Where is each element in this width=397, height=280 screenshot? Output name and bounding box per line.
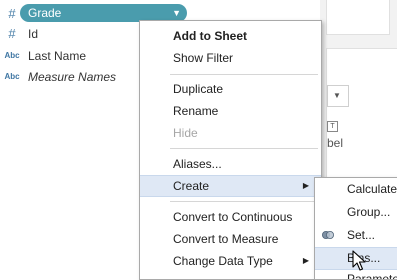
submenu-item-label: Group... <box>347 205 391 219</box>
menu-item-label: Duplicate <box>173 82 224 96</box>
menu-item-label: Change Data Type <box>173 254 273 268</box>
submenu-item-label: Set... <box>347 228 376 242</box>
submenu-arrow-icon: ▶ <box>302 181 309 190</box>
submenu-item-group[interactable]: Group... <box>315 201 397 224</box>
number-type-icon: # <box>8 6 16 21</box>
panel-card <box>326 0 390 35</box>
menu-item-rename[interactable]: Rename <box>140 101 321 121</box>
field-label: Measure Names <box>28 70 117 84</box>
menu-item-aliases[interactable]: Aliases... <box>140 154 321 174</box>
menu-item-label: Convert to Continuous <box>173 210 293 224</box>
string-type-icon: Abc <box>4 51 20 60</box>
menu-item-duplicate[interactable]: Duplicate <box>140 79 321 99</box>
menu-item-label: Create <box>173 179 210 193</box>
field-id[interactable]: # Id <box>0 24 160 44</box>
field-context-menu: Add to Sheet Show Filter Duplicate Renam… <box>139 20 322 280</box>
menu-item-convert-to-continuous[interactable]: Convert to Continuous <box>140 207 321 227</box>
mark-type-select[interactable]: ▼ <box>327 85 349 107</box>
number-type-icon: # <box>8 26 16 41</box>
menu-separator <box>170 201 318 202</box>
label-button-text: bel <box>327 136 344 150</box>
set-icon <box>322 231 334 239</box>
menu-item-hide: Hide <box>140 123 321 143</box>
menu-item-label: Add to Sheet <box>173 29 247 43</box>
menu-item-label: Hide <box>173 126 198 140</box>
field-last-name[interactable]: Abc Last Name <box>0 46 160 66</box>
chevron-down-icon: ▼ <box>333 91 341 100</box>
menu-item-show-filter[interactable]: Show Filter <box>140 48 321 68</box>
label-icon[interactable]: T <box>327 121 338 132</box>
field-grade-label: Grade <box>28 6 62 20</box>
submenu-item-set[interactable]: Set... <box>315 224 397 247</box>
submenu-arrow-icon: ▶ <box>302 256 309 265</box>
menu-item-convert-to-measure[interactable]: Convert to Measure <box>140 229 321 249</box>
menu-item-label: Rename <box>173 104 219 118</box>
marks-card: ▼ T bel <box>326 48 397 180</box>
field-label: Id <box>28 27 39 41</box>
submenu-item-calculated-field[interactable]: Calculated Field... <box>315 178 397 201</box>
submenu-item-label: Calculated Field... <box>347 182 397 196</box>
data-pane: # Grade ▼ # Id Abc Last Name Abc Measure… <box>0 0 187 278</box>
menu-item-label: Aliases... <box>173 157 222 171</box>
menu-separator <box>170 148 318 149</box>
menu-item-add-to-sheet[interactable]: Add to Sheet <box>140 26 321 46</box>
menu-item-create[interactable]: Create ▶ <box>140 175 321 197</box>
field-measure-names[interactable]: Abc Measure Names <box>0 67 160 87</box>
menu-item-label: Convert to Measure <box>173 232 279 246</box>
menu-item-label: Show Filter <box>173 51 234 65</box>
string-type-icon: Abc <box>4 72 20 81</box>
field-label: Last Name <box>28 49 87 63</box>
mouse-cursor-icon <box>352 250 366 271</box>
menu-item-change-data-type[interactable]: Change Data Type ▶ <box>140 251 321 271</box>
menu-separator <box>170 74 318 75</box>
